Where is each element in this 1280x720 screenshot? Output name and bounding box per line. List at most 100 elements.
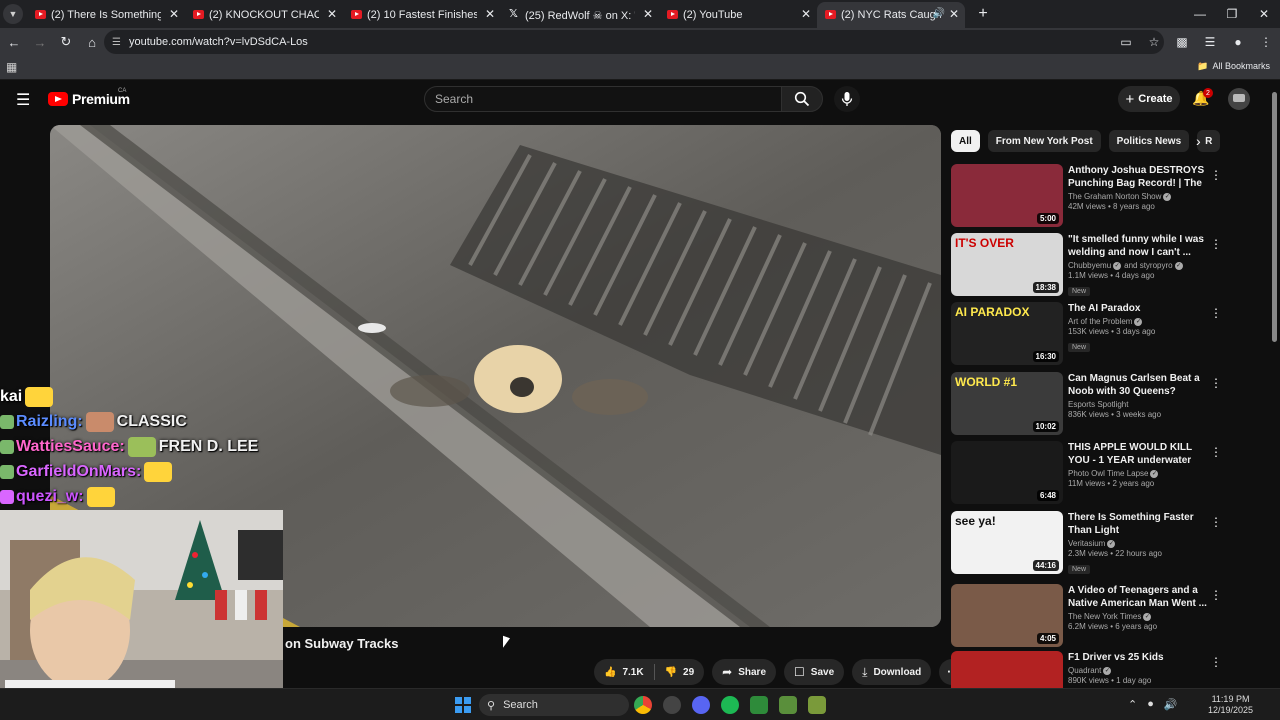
recommendation-item[interactable]: 6:48 THIS APPLE WOULD KILL YOU - 1 YEAR u… (951, 441, 1222, 505)
video-thumbnail[interactable]: 6:48 (951, 441, 1063, 504)
close-window-icon[interactable]: ✕ (1248, 0, 1280, 28)
video-thumbnail[interactable]: WORLD #1 10:02 (951, 372, 1063, 435)
app-icon[interactable] (663, 696, 681, 714)
recommendation-title[interactable]: A Video of Teenagers and a Native Americ… (1068, 584, 1208, 610)
filter-chip[interactable]: From New York Post (987, 130, 1101, 152)
recommendation-item[interactable]: 4:05 A Video of Teenagers and a Native Am… (951, 584, 1222, 648)
video-thumbnail[interactable]: see ya! 44:16 (951, 511, 1063, 574)
account-avatar[interactable] (1228, 88, 1250, 110)
more-vert-icon[interactable]: ⋮ (1210, 237, 1222, 251)
channel-name[interactable]: Art of the Problem (1068, 317, 1132, 326)
recommendation-title[interactable]: F1 Driver vs 25 Kids (1068, 651, 1208, 664)
taskbar-search-box[interactable]: ⚲ Search (479, 694, 629, 716)
new-tab-button[interactable]: + (971, 2, 995, 26)
recommendation-item[interactable]: 5:00 Anthony Joshua DESTROYS Punching Bag… (951, 164, 1222, 228)
more-vert-icon[interactable]: ⋮ (1210, 376, 1222, 390)
youtube-logo[interactable]: Premium CA (48, 88, 130, 107)
more-vert-icon[interactable]: ⋮ (1210, 655, 1222, 669)
recommendation-title[interactable]: Anthony Joshua DESTROYS Punching Bag Rec… (1068, 164, 1208, 190)
profile-avatar-icon[interactable]: ● (1224, 30, 1252, 54)
volume-icon[interactable]: 🔊 (1164, 698, 1178, 711)
minecraft-icon[interactable] (779, 696, 797, 714)
channel-name[interactable]: Quadrant (1068, 666, 1101, 675)
channel-name[interactable]: Veritasium (1068, 539, 1105, 548)
recommendation-title[interactable]: "It smelled funny while I was welding an… (1068, 233, 1208, 259)
video-thumbnail[interactable]: AI PARADOX 16:30 (951, 302, 1063, 365)
recommendation-title[interactable]: Can Magnus Carlsen Beat a Noob with 30 Q… (1068, 372, 1208, 398)
more-vert-icon[interactable]: ⋮ (1210, 588, 1222, 602)
video-thumbnail[interactable]: 5:00 (951, 164, 1063, 227)
video-thumbnail[interactable]: IT'S OVER 18:38 (951, 233, 1063, 296)
more-vert-icon[interactable]: ⋮ (1210, 515, 1222, 529)
chevron-right-icon[interactable]: › (1196, 133, 1201, 149)
media-controls-icon[interactable]: ☰ (1196, 30, 1224, 54)
forward-icon[interactable]: → (28, 30, 52, 54)
install-app-icon[interactable]: ▭ (1112, 30, 1140, 54)
page-scrollbar[interactable] (1271, 86, 1278, 686)
like-button[interactable]: 👍 7.1K (594, 659, 654, 685)
search-button[interactable] (781, 86, 823, 112)
tab-search-icon[interactable]: ▼ (3, 4, 23, 24)
close-tab-icon[interactable]: ✕ (949, 7, 959, 21)
close-tab-icon[interactable]: ✕ (643, 7, 653, 21)
search-input[interactable]: Search (424, 86, 782, 112)
recommendation-item[interactable]: see ya! 44:16 There Is Something Faster Th… (951, 511, 1222, 575)
filter-chip[interactable]: All (951, 130, 980, 152)
app2-icon[interactable] (808, 696, 826, 714)
discord-icon[interactable] (692, 696, 710, 714)
back-icon[interactable]: ← (2, 30, 26, 54)
close-tab-icon[interactable]: ✕ (327, 7, 337, 21)
tray-overflow-icon[interactable]: ⌃ (1128, 698, 1137, 711)
voice-search-button[interactable] (834, 86, 860, 112)
spotify-icon[interactable] (721, 696, 739, 714)
all-bookmarks-button[interactable]: 📁 All Bookmarks (1197, 61, 1270, 72)
bookmark-star-icon[interactable]: ☆ (1140, 30, 1168, 54)
browser-tab[interactable]: (2) NYC Rats Caught Wrest🔊 ✕ (817, 2, 965, 28)
recommendation-title[interactable]: There Is Something Faster Than Light (1068, 511, 1208, 537)
home-icon[interactable]: ⌂ (80, 30, 104, 54)
address-bar[interactable]: ☰ youtube.com/watch?v=lvDSdCA-Los (104, 30, 1164, 54)
close-tab-icon[interactable]: ✕ (485, 7, 495, 21)
site-info-icon[interactable]: ☰ (112, 37, 121, 48)
minimize-icon[interactable]: — (1184, 0, 1216, 28)
close-tab-icon[interactable]: ✕ (801, 7, 811, 21)
channel-name[interactable]: The Graham Norton Show (1068, 192, 1161, 201)
channel-name[interactable]: Chubbyemu (1068, 261, 1111, 270)
apps-grid-icon[interactable]: ▦ (6, 60, 17, 74)
audio-playing-icon[interactable]: 🔊 (933, 8, 945, 19)
recommendation-item[interactable]: IT'S OVER 18:38 "It smelled funny while I … (951, 233, 1222, 297)
more-vert-icon[interactable]: ⋮ (1210, 306, 1222, 320)
channel-name[interactable]: Esports Spotlight (1068, 400, 1128, 409)
recommendation-title[interactable]: THIS APPLE WOULD KILL YOU - 1 YEAR under… (1068, 441, 1208, 467)
browser-tab[interactable]: (2) KNOCKOUT CHAOS | Antho ✕ (185, 2, 343, 28)
extensions-icon[interactable]: ▩ (1168, 30, 1196, 54)
chrome-icon[interactable] (634, 696, 652, 714)
save-button[interactable]: ☐ Save (784, 659, 845, 685)
filter-chip[interactable]: Politics News (1108, 130, 1190, 152)
more-vert-icon[interactable]: ⋮ (1210, 445, 1222, 459)
download-button[interactable]: ⤓ Download (852, 659, 932, 685)
taskbar-clock[interactable]: 11:19 PM 12/19/2025 (1208, 694, 1253, 716)
browser-tab[interactable]: (2) 10 Fastest Finishes in UFC H ✕ (343, 2, 501, 28)
more-vert-icon[interactable]: ⋮ (1210, 168, 1222, 182)
share-button[interactable]: ➦ Share (712, 659, 777, 685)
recommendation-title[interactable]: The AI Paradox (1068, 302, 1208, 315)
game-icon[interactable] (750, 696, 768, 714)
channel-name[interactable]: Photo Owl Time Lapse (1068, 469, 1148, 478)
browser-tab[interactable]: 𝕏 (25) RedWolf ☠ on X: "Just a re ✕ (501, 2, 659, 28)
close-tab-icon[interactable]: ✕ (169, 7, 179, 21)
menu-icon[interactable]: ☰ (16, 90, 30, 110)
dislike-button[interactable]: 👎 29 (655, 659, 705, 685)
recommendation-item[interactable]: AI PARADOX 16:30 The AI Paradox Art of the … (951, 302, 1222, 366)
recommendation-item[interactable]: WORLD #1 10:02 Can Magnus Carlsen Beat a N… (951, 372, 1222, 436)
browser-tab[interactable]: (2) YouTube ✕ (659, 2, 817, 28)
video-thumbnail[interactable]: 4:05 (951, 584, 1063, 647)
channel-name[interactable]: The New York Times (1068, 612, 1141, 621)
create-button[interactable]: + Create (1118, 86, 1180, 112)
windows-start-icon[interactable] (455, 697, 471, 713)
chrome-menu-icon[interactable]: ⋮ (1252, 30, 1280, 54)
reload-icon[interactable]: ↻ (54, 30, 78, 54)
browser-tab[interactable]: (2) There Is Something Faster Th ✕ (27, 2, 185, 28)
channel-collab[interactable]: and styropyro (1124, 261, 1172, 270)
restore-icon[interactable]: ❐ (1216, 0, 1248, 28)
